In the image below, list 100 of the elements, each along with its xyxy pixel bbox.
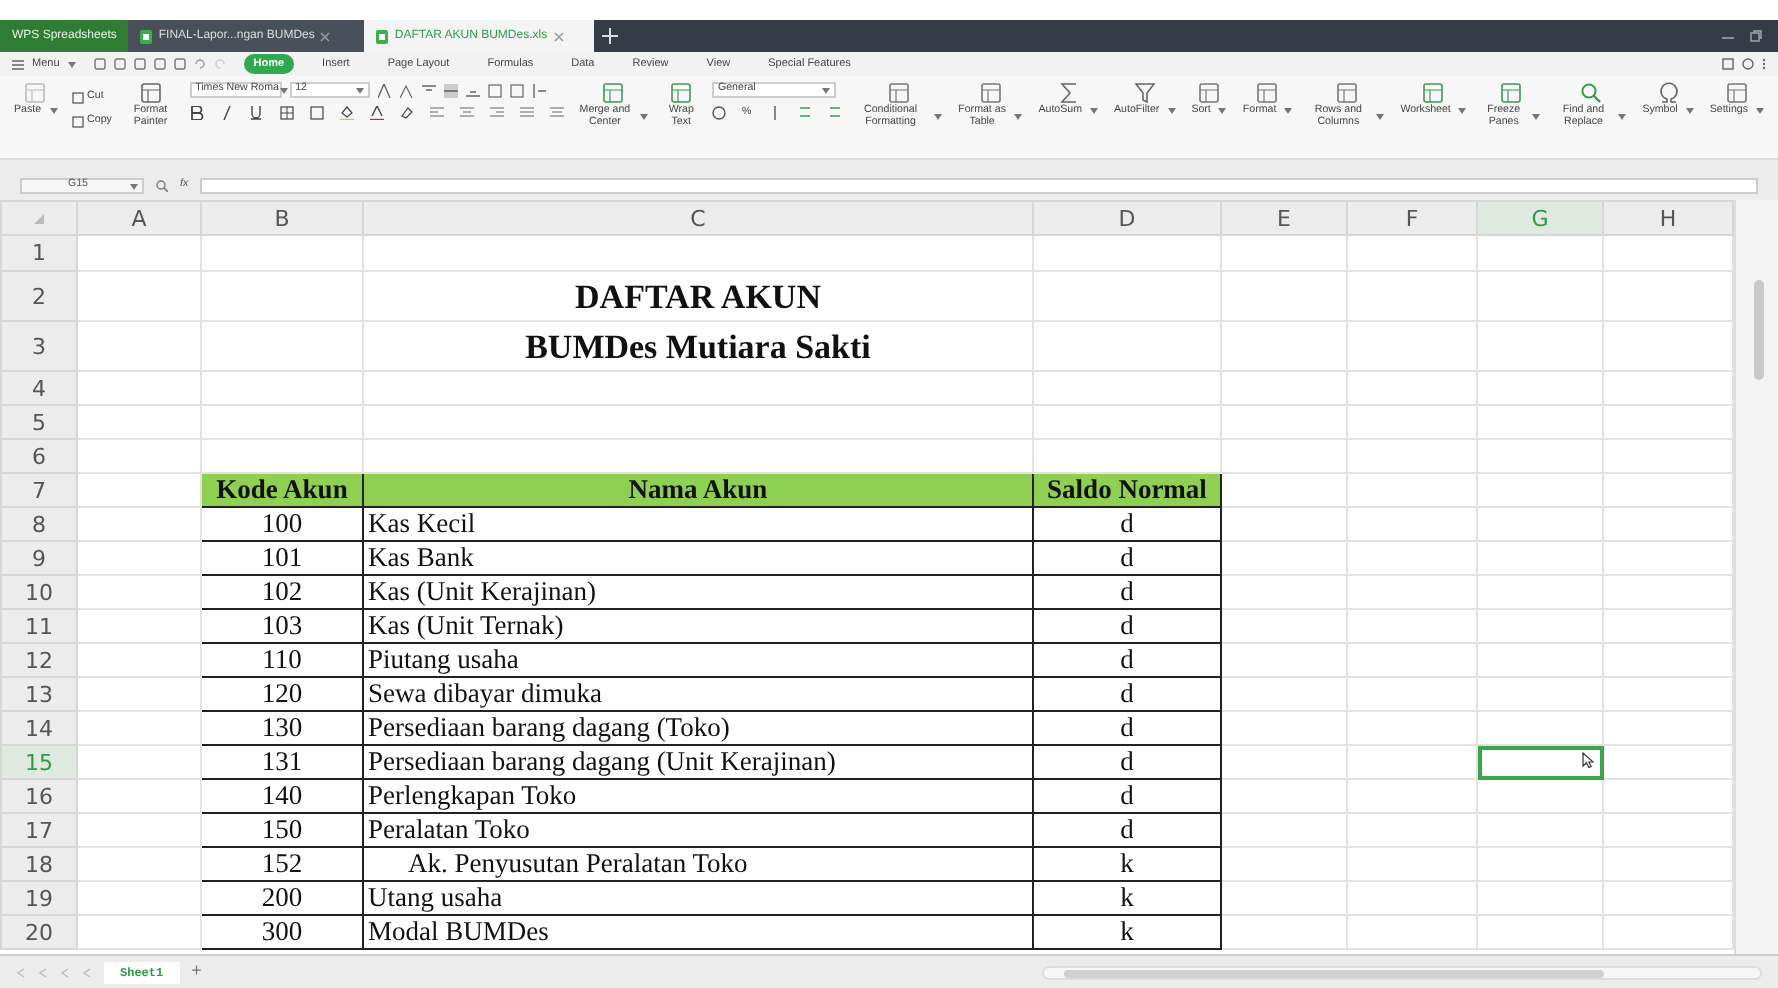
caret-icon xyxy=(1167,108,1176,115)
column-header[interactable]: D xyxy=(1033,201,1221,235)
borders-icon[interactable] xyxy=(279,106,294,120)
caret-icon xyxy=(1014,114,1023,121)
column-header[interactable]: H xyxy=(1603,201,1733,235)
row-header[interactable]: 8 xyxy=(1,507,77,541)
caret-icon xyxy=(49,108,58,115)
table-cell: k xyxy=(1120,882,1134,913)
sigma-icon xyxy=(1057,82,1080,104)
decrease-decimal-icon[interactable] xyxy=(827,106,842,121)
selected-cell[interactable] xyxy=(1477,745,1603,779)
caret-icon xyxy=(130,183,138,189)
currency-icon[interactable] xyxy=(711,106,726,121)
increase-font-icon[interactable] xyxy=(377,83,392,97)
row-header[interactable]: 3 xyxy=(1,321,77,371)
bold-icon[interactable] xyxy=(189,106,204,120)
table-cell: d xyxy=(1120,644,1134,675)
row-header[interactable]: 4 xyxy=(1,371,77,405)
align-center-icon[interactable] xyxy=(459,106,474,120)
row-header[interactable]: 11 xyxy=(1,609,77,643)
close-icon[interactable] xyxy=(553,31,564,41)
row-header[interactable]: 2 xyxy=(1,271,77,321)
align-middle-icon[interactable] xyxy=(443,83,458,97)
font-color-icon[interactable] xyxy=(369,106,384,120)
table-cell: k xyxy=(1120,916,1134,947)
column-heading: Nama Akun xyxy=(628,474,768,505)
sheet-file-icon xyxy=(376,29,389,43)
row-header[interactable]: 7 xyxy=(1,473,77,507)
table-cell: Sewa dibayar dimuka xyxy=(368,678,602,709)
close-icon[interactable] xyxy=(320,31,331,41)
merge-cells-icon xyxy=(601,82,624,104)
caret-icon xyxy=(67,61,76,67)
sheet-title: BUMDes Mutiara Sakti xyxy=(525,327,871,365)
add-sheet-button[interactable]: + xyxy=(191,958,202,986)
row-header[interactable]: 12 xyxy=(1,643,77,677)
column-header[interactable]: E xyxy=(1221,201,1347,235)
table-cell: d xyxy=(1120,576,1134,607)
table-cell: d xyxy=(1120,814,1134,845)
row-header[interactable]: 6 xyxy=(1,439,77,473)
underline-icon[interactable] xyxy=(249,106,264,120)
table-cell: d xyxy=(1120,610,1134,641)
row-header[interactable]: 10 xyxy=(1,575,77,609)
worksheet-icon xyxy=(1422,82,1445,104)
column-header[interactable]: A xyxy=(77,201,201,235)
table-cell: d xyxy=(1120,678,1134,709)
wrap-text-icon xyxy=(670,82,693,104)
row-header[interactable]: 16 xyxy=(1,779,77,813)
caret-icon xyxy=(1618,114,1627,121)
text-direction-icon[interactable] xyxy=(531,83,546,97)
table-cell: Kas Bank xyxy=(368,542,474,573)
table-cell: d xyxy=(1120,780,1134,811)
column-header[interactable]: B xyxy=(201,201,363,235)
caret-icon xyxy=(1218,108,1227,115)
row-header[interactable]: 1 xyxy=(1,235,77,271)
row-header[interactable]: 18 xyxy=(1,847,77,881)
horizontal-scrollbar[interactable] xyxy=(1042,965,1762,979)
table-cell: Kas (Unit Kerajinan) xyxy=(368,576,596,607)
table-cell: 120 xyxy=(261,678,303,709)
align-right-icon[interactable] xyxy=(489,106,504,120)
caret-icon xyxy=(1458,108,1467,115)
table-cell: 300 xyxy=(261,916,303,947)
caret-icon xyxy=(1756,108,1764,115)
caret-icon xyxy=(821,87,830,93)
scrollbar-thumb[interactable] xyxy=(1754,280,1764,380)
distribute-icon[interactable] xyxy=(549,106,564,120)
table-cell: Perlengkapan Toko xyxy=(368,780,577,811)
row-header[interactable]: 20 xyxy=(1,915,77,949)
sheet-file-icon xyxy=(140,29,153,43)
menu-icon xyxy=(12,59,24,69)
row-header[interactable]: 17 xyxy=(1,813,77,847)
caret-icon xyxy=(1284,108,1293,115)
clear-icon[interactable] xyxy=(399,106,414,120)
undo-icon[interactable] xyxy=(193,58,206,70)
increase-decimal-icon[interactable] xyxy=(797,106,812,121)
table-cell: 130 xyxy=(261,712,303,743)
table-cell: d xyxy=(1120,508,1134,539)
justify-icon[interactable] xyxy=(519,106,534,120)
row-header[interactable]: 14 xyxy=(1,711,77,745)
column-header[interactable]: C xyxy=(363,201,1033,235)
row-header[interactable]: 9 xyxy=(1,541,77,575)
row-header[interactable]: 13 xyxy=(1,677,77,711)
formula-input-field[interactable] xyxy=(200,178,1758,194)
italic-icon[interactable] xyxy=(219,106,234,120)
align-top-icon[interactable] xyxy=(421,83,436,97)
decrease-font-icon[interactable] xyxy=(399,83,414,97)
help-icon[interactable] xyxy=(1742,58,1754,70)
restore-icon[interactable] xyxy=(1750,30,1762,42)
column-header[interactable]: F xyxy=(1347,201,1477,235)
fill-color-icon[interactable] xyxy=(339,106,354,120)
funnel-icon xyxy=(1133,82,1156,104)
align-left-icon[interactable] xyxy=(429,106,444,120)
row-header[interactable]: 19 xyxy=(1,881,77,915)
row-header[interactable]: 5 xyxy=(1,405,77,439)
window-icon[interactable] xyxy=(1722,58,1734,70)
caret-icon xyxy=(355,87,364,93)
vertical-scrollbar[interactable] xyxy=(1734,200,1778,954)
zoom-icon xyxy=(156,180,168,192)
table-cell: 102 xyxy=(261,576,303,607)
table-cell: d xyxy=(1120,712,1134,743)
table-cell: Utang usaha xyxy=(368,882,503,913)
